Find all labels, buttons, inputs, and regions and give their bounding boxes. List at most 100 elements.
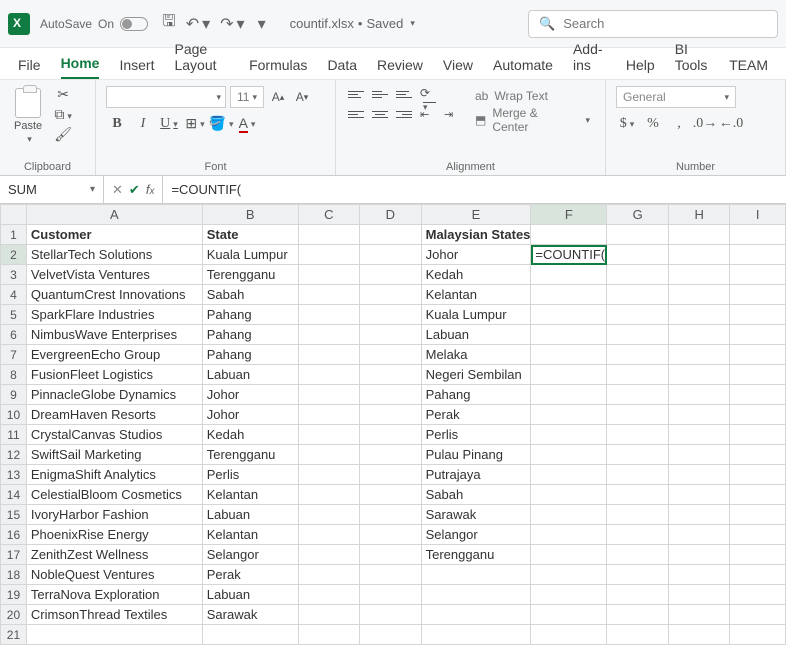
align-top-icon[interactable] bbox=[346, 86, 366, 102]
cell[interactable]: Johor bbox=[202, 385, 298, 405]
cell[interactable] bbox=[421, 565, 531, 585]
cell[interactable]: QuantumCrest Innovations bbox=[26, 285, 202, 305]
borders-button[interactable]: ⊞▾ bbox=[184, 114, 206, 134]
cell[interactable] bbox=[668, 505, 730, 525]
cell[interactable] bbox=[298, 365, 360, 385]
tab-team[interactable]: TEAM bbox=[729, 57, 768, 79]
col-header-f[interactable]: F bbox=[531, 205, 607, 225]
col-header-g[interactable]: G bbox=[607, 205, 669, 225]
cell[interactable]: IvoryHarbor Fashion bbox=[26, 505, 202, 525]
cell[interactable]: Terengganu bbox=[421, 545, 531, 565]
copy-icon[interactable]: ⧉▾ bbox=[54, 106, 72, 122]
tab-home[interactable]: Home bbox=[61, 55, 100, 79]
cell[interactable] bbox=[298, 605, 360, 625]
cell[interactable] bbox=[668, 525, 730, 545]
cell[interactable]: Pulau Pinang bbox=[421, 445, 531, 465]
fill-color-button[interactable]: 🪣▾ bbox=[210, 114, 232, 134]
cell[interactable] bbox=[730, 385, 786, 405]
decrease-indent-icon[interactable]: ⇤ bbox=[418, 106, 438, 122]
tab-data[interactable]: Data bbox=[327, 57, 357, 79]
cell[interactable] bbox=[607, 245, 669, 265]
cell[interactable] bbox=[360, 325, 422, 345]
cell[interactable] bbox=[607, 345, 669, 365]
cell[interactable] bbox=[607, 325, 669, 345]
cell[interactable] bbox=[607, 285, 669, 305]
cell[interactable] bbox=[298, 245, 360, 265]
cell[interactable] bbox=[298, 585, 360, 605]
align-center-icon[interactable] bbox=[370, 106, 390, 122]
cell[interactable] bbox=[730, 265, 786, 285]
cell[interactable] bbox=[668, 445, 730, 465]
cell[interactable] bbox=[730, 605, 786, 625]
row-header[interactable]: 10 bbox=[1, 405, 27, 425]
cell[interactable] bbox=[360, 465, 422, 485]
row-header[interactable]: 3 bbox=[1, 265, 27, 285]
cell[interactable] bbox=[531, 305, 607, 325]
font-size-combo[interactable]: 11▾ bbox=[230, 86, 264, 108]
cell[interactable] bbox=[360, 485, 422, 505]
row-header[interactable]: 6 bbox=[1, 325, 27, 345]
cell[interactable]: CrystalCanvas Studios bbox=[26, 425, 202, 445]
cell[interactable] bbox=[531, 405, 607, 425]
col-header-i[interactable]: I bbox=[730, 205, 786, 225]
cell[interactable] bbox=[607, 525, 669, 545]
cell[interactable] bbox=[668, 585, 730, 605]
cell[interactable] bbox=[360, 625, 422, 645]
cell[interactable]: Pahang bbox=[202, 345, 298, 365]
cell[interactable]: Selangor bbox=[421, 525, 531, 545]
paste-button[interactable]: Paste ▾ bbox=[10, 86, 46, 147]
cell[interactable] bbox=[360, 405, 422, 425]
tab-file[interactable]: File bbox=[18, 57, 41, 79]
cell[interactable] bbox=[607, 505, 669, 525]
cell[interactable] bbox=[298, 345, 360, 365]
save-icon[interactable]: 🖫 bbox=[162, 10, 176, 37]
cell[interactable] bbox=[607, 605, 669, 625]
cell[interactable]: VelvetVista Ventures bbox=[26, 265, 202, 285]
percent-format-button[interactable]: % bbox=[642, 114, 664, 134]
row-header[interactable]: 15 bbox=[1, 505, 27, 525]
enter-icon[interactable]: ✔ bbox=[129, 182, 140, 198]
cell[interactable] bbox=[360, 305, 422, 325]
cell[interactable] bbox=[298, 525, 360, 545]
row-header[interactable]: 20 bbox=[1, 605, 27, 625]
cell[interactable]: Sabah bbox=[421, 485, 531, 505]
cell[interactable]: Labuan bbox=[421, 325, 531, 345]
col-header-a[interactable]: A bbox=[26, 205, 202, 225]
cell[interactable]: ZenithZest Wellness bbox=[26, 545, 202, 565]
cell[interactable] bbox=[730, 525, 786, 545]
cell[interactable] bbox=[360, 525, 422, 545]
name-box[interactable]: SUM ▾ bbox=[0, 176, 104, 203]
cell[interactable] bbox=[298, 385, 360, 405]
cell[interactable]: Sarawak bbox=[202, 605, 298, 625]
cell[interactable] bbox=[607, 485, 669, 505]
tab-add-ins[interactable]: Add-ins bbox=[573, 41, 606, 79]
autosave-toggle[interactable]: AutoSave On bbox=[40, 17, 148, 31]
cell[interactable] bbox=[360, 345, 422, 365]
cell[interactable]: EvergreenEcho Group bbox=[26, 345, 202, 365]
merge-center-button[interactable]: ⬒Merge & Center▾ bbox=[470, 110, 595, 130]
cell[interactable] bbox=[531, 325, 607, 345]
cell[interactable] bbox=[730, 245, 786, 265]
italic-button[interactable]: I bbox=[132, 114, 154, 134]
cell[interactable]: Sarawak bbox=[421, 505, 531, 525]
row-header[interactable]: 19 bbox=[1, 585, 27, 605]
cell[interactable] bbox=[668, 325, 730, 345]
cell[interactable]: Perak bbox=[421, 405, 531, 425]
cell[interactable] bbox=[730, 445, 786, 465]
cell[interactable] bbox=[298, 565, 360, 585]
worksheet-grid[interactable]: A B C D E F G H I 1CustomerStateMalaysia… bbox=[0, 204, 786, 645]
cell[interactable] bbox=[730, 405, 786, 425]
increase-font-button[interactable]: A▴ bbox=[268, 86, 288, 108]
increase-indent-icon[interactable]: ⇥ bbox=[442, 106, 462, 122]
cell[interactable] bbox=[607, 385, 669, 405]
cell[interactable] bbox=[298, 265, 360, 285]
cell[interactable] bbox=[730, 625, 786, 645]
row-header[interactable]: 16 bbox=[1, 525, 27, 545]
cell[interactable]: Kelantan bbox=[202, 485, 298, 505]
underline-button[interactable]: U▾ bbox=[158, 114, 180, 134]
cell[interactable] bbox=[298, 305, 360, 325]
cell[interactable] bbox=[531, 545, 607, 565]
cell[interactable]: PinnacleGlobe Dynamics bbox=[26, 385, 202, 405]
cell[interactable]: Sabah bbox=[202, 285, 298, 305]
cell[interactable] bbox=[298, 625, 360, 645]
